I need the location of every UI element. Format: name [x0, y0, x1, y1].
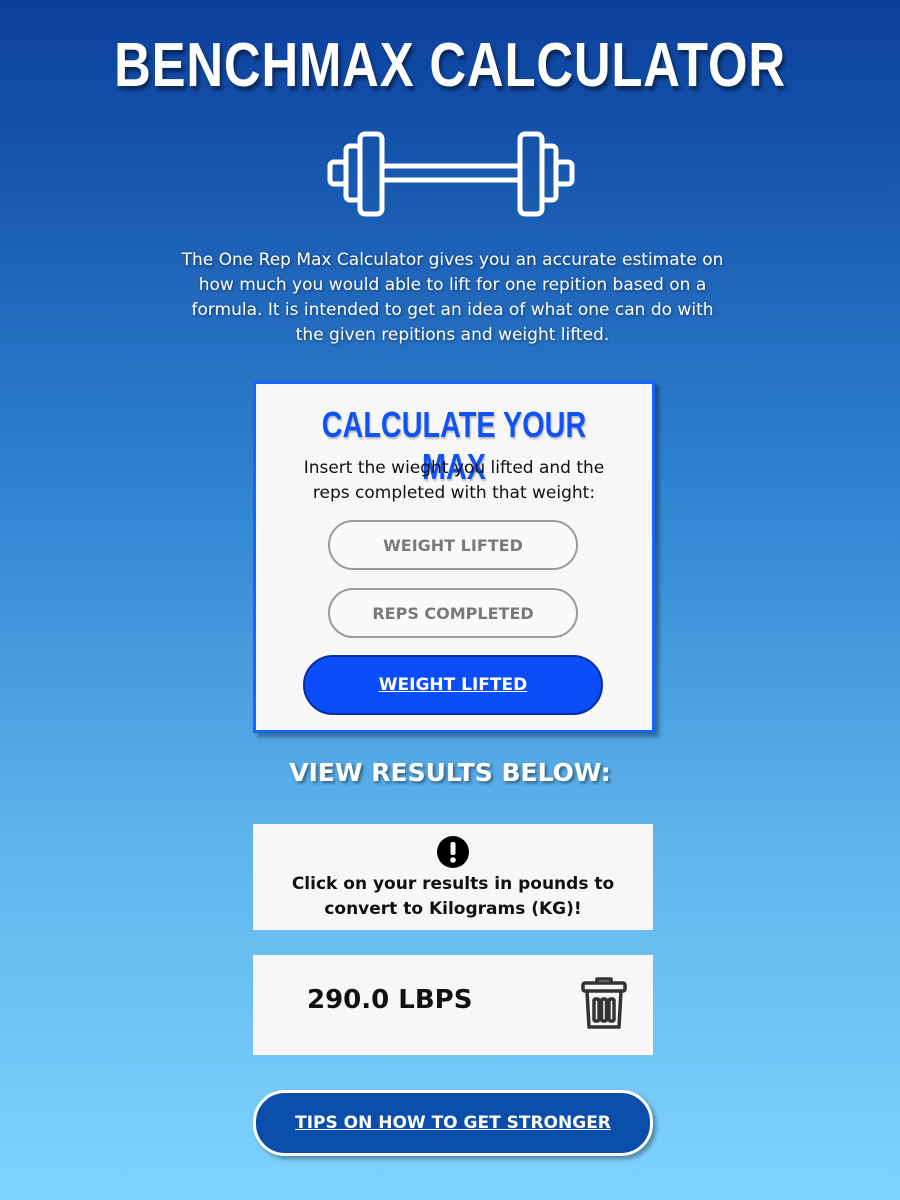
calculator-instructions: Insert the wieght you lifted and the rep…	[303, 458, 605, 503]
weight-input[interactable]	[328, 520, 578, 570]
result-value[interactable]: 290.0 LBPS	[307, 985, 472, 1015]
result-card: 290.0 LBPS	[253, 955, 653, 1055]
exclamation-icon	[437, 836, 469, 868]
notice-box: Click on your results in pounds to conve…	[253, 824, 653, 930]
calculator-card: CALCULATE YOUR MAX Insert the wieght you…	[253, 381, 655, 733]
trash-icon[interactable]	[579, 975, 629, 1031]
calculate-button[interactable]: WEIGHT LIFTED	[303, 655, 603, 715]
results-heading: VIEW RESULTS BELOW:	[289, 758, 611, 787]
barbell-icon	[327, 131, 575, 217]
tips-button-label: TIPS ON HOW TO GET STRONGER	[295, 1113, 611, 1133]
intro-text: The One Rep Max Calculator gives you an …	[181, 250, 724, 345]
reps-input[interactable]	[328, 588, 578, 638]
calculate-button-label: WEIGHT LIFTED	[378, 675, 528, 695]
notice-text: Click on your results in pounds to conve…	[291, 874, 615, 919]
page-title: BENCHMAX CALCULATOR	[114, 31, 786, 100]
tips-button[interactable]: TIPS ON HOW TO GET STRONGER	[253, 1090, 653, 1156]
